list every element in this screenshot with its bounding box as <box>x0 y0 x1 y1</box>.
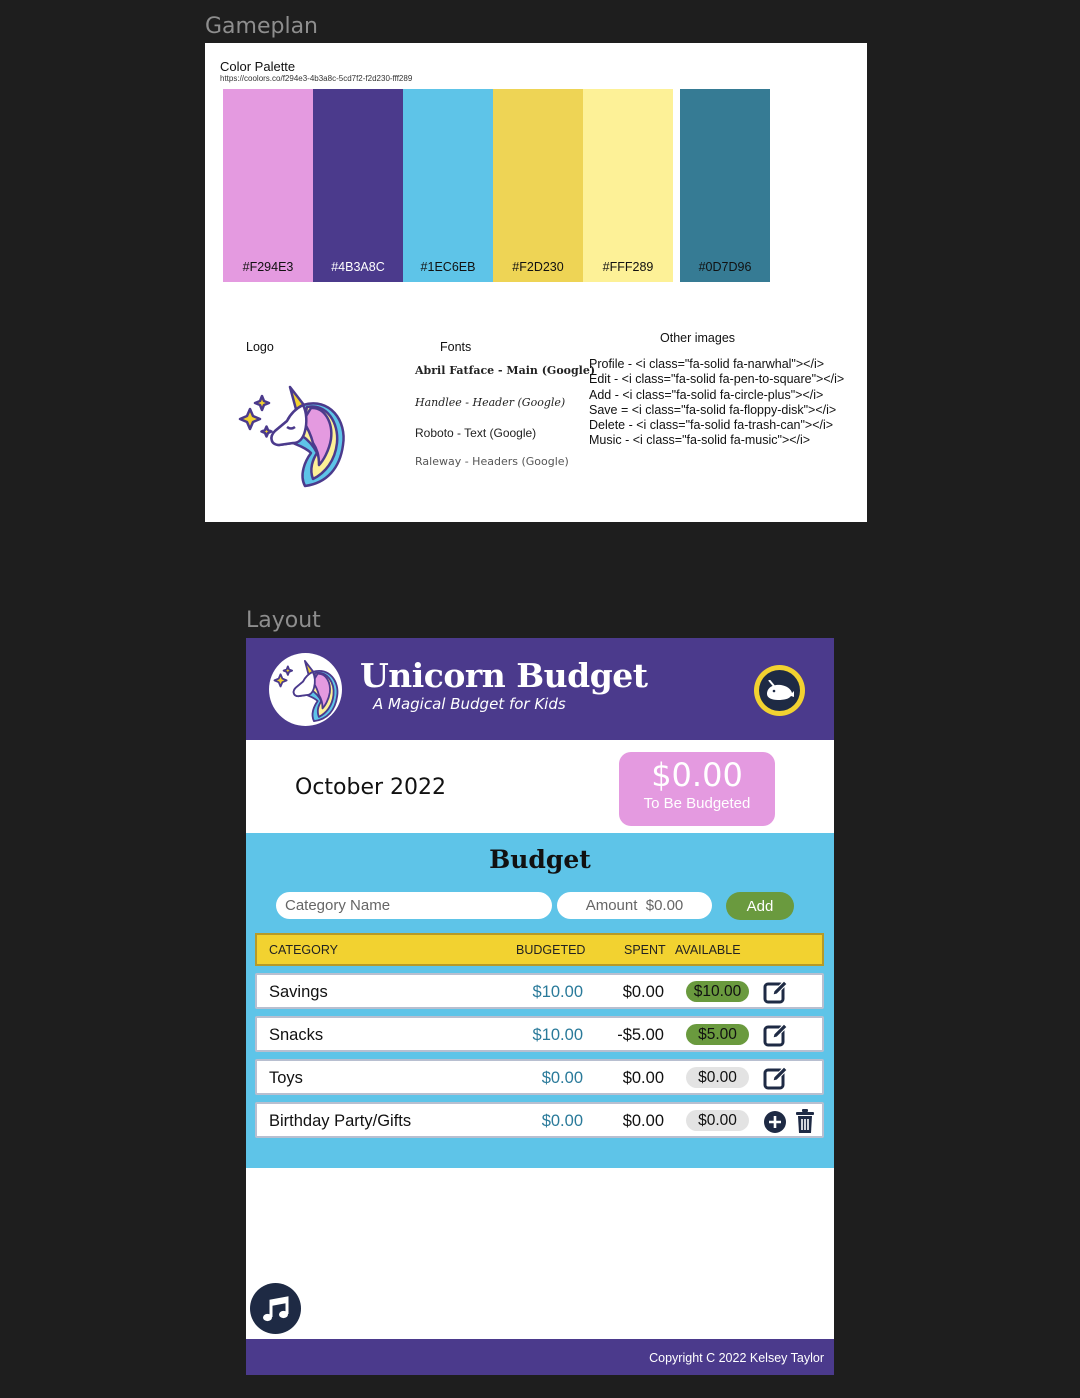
swatch-hex: #1EC6EB <box>420 260 476 274</box>
other-image-line: Edit - <i class="fa-solid fa-pen-to-squa… <box>589 372 845 387</box>
edit-icon[interactable] <box>762 1021 790 1049</box>
row-budgeted: $10.00 <box>532 983 583 1001</box>
font-sample-abril: Abril Fatface - Main (Google) <box>415 364 596 377</box>
trash-can-icon[interactable] <box>792 1107 820 1135</box>
edit-icon[interactable] <box>762 978 790 1006</box>
color-swatch: #F2D230 <box>493 89 583 282</box>
swatch-hex: #4B3A8C <box>331 260 385 274</box>
budget-table-header: CATEGORY BUDGETED SPENT AVAILABLE <box>255 933 824 966</box>
row-spent: $0.00 <box>622 983 664 1001</box>
row-category: Birthday Party/Gifts <box>269 1112 412 1130</box>
edit-icon[interactable] <box>762 1064 790 1092</box>
to-be-budgeted-amount: $0.00 <box>651 756 743 794</box>
swatch-hex: #F294E3 <box>242 260 294 274</box>
other-image-line: Delete - <i class="fa-solid fa-trash-can… <box>589 418 834 433</box>
header-spent: SPENT <box>624 943 666 957</box>
color-swatch: #4B3A8C <box>313 89 403 282</box>
music-button[interactable] <box>250 1283 301 1334</box>
row-category: Snacks <box>269 1026 324 1044</box>
row-available: $0.00 <box>686 1067 749 1088</box>
table-row: Toys $0.00 $0.00 $0.00 <box>255 1059 824 1095</box>
swatch-hex: #FFF289 <box>602 260 654 274</box>
budget-section: Budget Add CATEGORY BUDGETED SPENT AVAIL… <box>246 833 834 1168</box>
other-images-list: Profile - <i class="fa-solid fa-narwhal"… <box>589 357 851 449</box>
header-category: CATEGORY <box>269 943 338 957</box>
logo-heading: Logo <box>246 340 274 354</box>
fonts-heading: Fonts <box>440 340 472 354</box>
app-subtitle: A Magical Budget for Kids <box>373 695 566 713</box>
profile-button[interactable] <box>754 665 805 716</box>
table-row: Snacks $10.00 -$5.00 $5.00 <box>255 1016 824 1052</box>
row-available: $10.00 <box>686 981 749 1002</box>
unicorn-logo-icon <box>273 659 339 723</box>
other-image-line: Profile - <i class="fa-solid fa-narwhal"… <box>589 357 825 371</box>
music-icon <box>262 1295 288 1321</box>
font-sample-handlee: Handlee - Header (Google) <box>415 396 566 409</box>
category-name-input[interactable] <box>276 892 552 919</box>
to-be-budgeted-label: To Be Budgeted <box>643 795 751 812</box>
other-image-line: Add - <i class="fa-solid fa-circle-plus"… <box>589 387 824 402</box>
row-category: Toys <box>269 1069 303 1087</box>
gameplan-frame-label: Gameplan <box>205 14 318 39</box>
unicorn-logo-icon <box>238 385 345 488</box>
row-budgeted: $10.00 <box>532 1026 583 1044</box>
budget-title: Budget <box>489 845 591 874</box>
font-sample-raleway: Raleway - Headers (Google) <box>415 455 569 468</box>
color-swatch: #FFF289 <box>583 89 673 282</box>
current-month: October 2022 <box>295 775 447 800</box>
swatch-hex: #0D7D96 <box>698 260 752 274</box>
row-spent: $0.00 <box>622 1112 664 1130</box>
other-image-line: Save = <i class="fa-solid fa-floppy-disk… <box>589 402 837 417</box>
copyright-text: Copyright C 2022 Kelsey Taylor <box>649 1351 824 1365</box>
row-available: $0.00 <box>686 1110 749 1131</box>
row-available: $5.00 <box>686 1024 749 1045</box>
row-budgeted: $0.00 <box>541 1069 583 1087</box>
table-row: Savings $10.00 $0.00 $10.00 <box>255 973 824 1009</box>
color-swatch: #1EC6EB <box>403 89 493 282</box>
app-header: Unicorn Budget A Magical Budget for Kids <box>246 638 834 740</box>
other-images-heading: Other images <box>660 331 736 345</box>
palette-title: Color Palette <box>220 59 296 74</box>
app-title: Unicorn Budget <box>360 656 648 695</box>
narwhal-icon <box>759 670 800 711</box>
row-spent: -$5.00 <box>617 1026 664 1044</box>
font-sample-roboto: Roboto - Text (Google) <box>415 426 537 440</box>
other-image-line: Music - <i class="fa-solid fa-music"></i… <box>589 433 811 448</box>
layout-frame-label: Layout <box>246 608 321 633</box>
palette-url: https://coolors.co/f294e3-4b3a8c-5cd7f2-… <box>220 74 413 83</box>
gameplan-board: Color Palette https://coolors.co/f294e3-… <box>205 43 867 522</box>
swatch-hex: #F2D230 <box>512 260 564 274</box>
header-budgeted: BUDGETED <box>516 943 586 957</box>
app-layout: Unicorn Budget A Magical Budget for Kids… <box>246 638 834 1375</box>
to-be-budgeted-card: $0.00 To Be Budgeted <box>619 752 775 826</box>
row-spent: $0.00 <box>622 1069 664 1087</box>
app-footer: Copyright C 2022 Kelsey Taylor <box>246 1339 834 1375</box>
header-available: AVAILABLE <box>675 943 741 957</box>
circle-plus-icon[interactable] <box>762 1107 790 1135</box>
color-swatch: #0D7D96 <box>680 89 770 282</box>
row-budgeted: $0.00 <box>541 1112 583 1130</box>
table-row: Birthday Party/Gifts $0.00 $0.00 $0.00 <box>255 1102 824 1138</box>
add-button[interactable]: Add <box>726 892 794 920</box>
amount-input[interactable] <box>557 892 712 919</box>
row-category: Savings <box>269 983 328 1001</box>
color-swatch: #F294E3 <box>223 89 313 282</box>
app-logo[interactable] <box>269 653 342 726</box>
